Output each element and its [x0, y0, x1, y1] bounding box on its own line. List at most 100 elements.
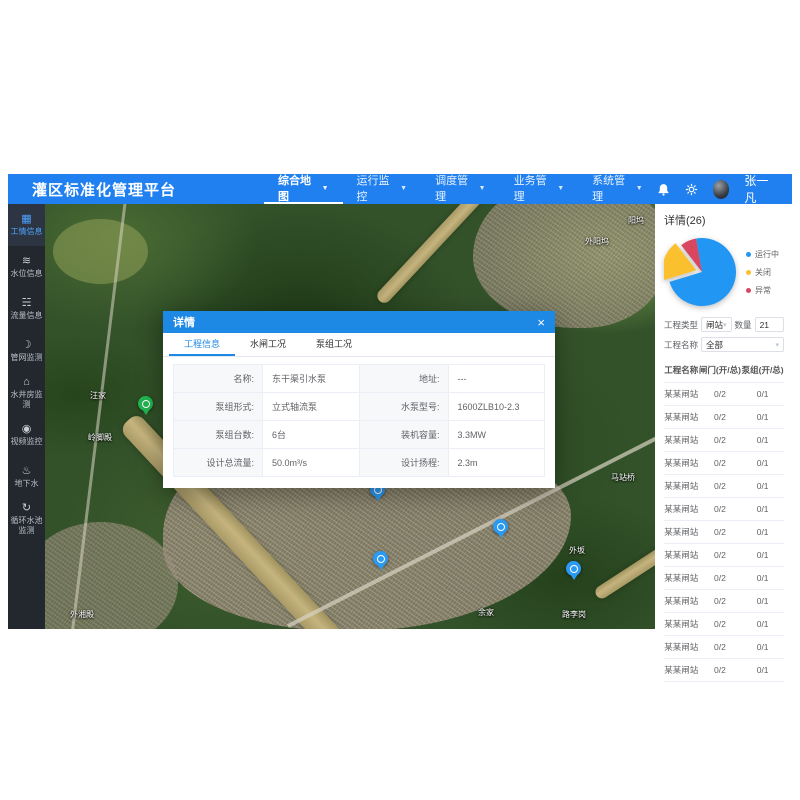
table-row[interactable]: 某某闸站0/20/1 — [664, 521, 784, 544]
table-header-cell: 闸门(开/总) — [699, 358, 742, 383]
filter-row-type: 工程类型 闸站▾ 数量 21 — [664, 317, 784, 332]
field-value: 50.0m³/s — [263, 449, 360, 477]
map-place-label: 外阳坞 — [585, 236, 609, 247]
chevron-down-icon: ▼ — [636, 185, 643, 192]
sidebar-item-label: 工情信息 — [11, 227, 43, 236]
nav-item-系统管理[interactable]: 系统管理▼ — [578, 174, 657, 204]
sidebar-item-水井房监测[interactable]: ⌂水井房监测 — [8, 372, 45, 414]
main-area: ▦工情信息 ≋ 水位信息 ☵ 流量信息 ☽管网监测⌂水井房监测◉视频监控♨地下水↻循环水池… — [8, 204, 792, 629]
marker-ring-icon — [497, 523, 505, 531]
legend-item-运行中: 运行中 — [746, 249, 779, 260]
nav-item-调度管理[interactable]: 调度管理▼ — [421, 174, 500, 204]
flow-icon: ☵ — [22, 298, 32, 309]
table-row[interactable]: 某某闸站0/20/1 — [664, 636, 784, 659]
station-marker[interactable] — [493, 519, 508, 534]
sidebar-item-label: 流量信息 — [11, 311, 43, 320]
table-cell: 某某闸站 — [664, 521, 699, 544]
modal-title: 详情 — [173, 314, 195, 330]
nav-item-label: 业务管理 — [514, 172, 554, 204]
tab-泵组工况[interactable]: 泵组工况 — [301, 333, 367, 356]
station-marker[interactable] — [566, 561, 581, 576]
table-row[interactable]: 某某闸站0/20/1 — [664, 544, 784, 567]
type-select[interactable]: 闸站▾ — [701, 317, 732, 332]
tab-工程信息[interactable]: 工程信息 — [169, 333, 235, 356]
tab-水闸工况[interactable]: 水闸工况 — [235, 333, 301, 356]
table-cell: 某某闸站 — [664, 544, 699, 567]
legend-dot-icon — [746, 270, 751, 275]
satellite-map[interactable]: 阳坞外阳坞汪家岭脚殿上塘殿马站桥外坂余家路李岗外湘殿 详情 × 工程信息水闸工况… — [45, 204, 655, 629]
nav-item-业务管理[interactable]: 业务管理▼ — [500, 174, 579, 204]
table-cell: 0/1 — [741, 636, 784, 659]
marker-ring-icon — [142, 400, 150, 408]
page: 灌区标准化管理平台 综合地图▼运行监控▼调度管理▼业务管理▼系统管理▼ 张一 — [0, 0, 800, 800]
legend-dot-icon — [746, 252, 751, 257]
table-cell: 0/2 — [699, 590, 742, 613]
detail-row: 名称:东干渠引水泵地址:--- — [174, 365, 545, 393]
name-select[interactable]: 全部▾ — [701, 337, 784, 352]
detail-modal: 详情 × 工程信息水闸工况泵组工况 名称:东干渠引水泵地址:---泵组形式:立式… — [163, 311, 555, 488]
station-marker-green[interactable] — [138, 396, 153, 411]
map-place-label: 外湘殿 — [70, 609, 94, 620]
map-river-bottomright — [593, 516, 655, 600]
table-row[interactable]: 某某闸站0/20/1 — [664, 429, 784, 452]
modal-body: 名称:东干渠引水泵地址:---泵组形式:立式轴流泵水泵型号:1600ZLB10-… — [163, 357, 555, 488]
table-row[interactable]: 某某闸站0/20/1 — [664, 590, 784, 613]
nav-item-label: 运行监控 — [357, 172, 397, 204]
table-cell: 0/1 — [741, 613, 784, 636]
sidebar-item-地下水[interactable]: ♨地下水 — [8, 456, 45, 498]
map-urban-area-bottomleft — [45, 522, 178, 629]
topbar-tools: 张一凡 — [657, 172, 776, 206]
field-label: 水泵型号: — [359, 393, 448, 421]
detail-row: 设计总流量:50.0m³/s设计扬程:2.3m — [174, 449, 545, 477]
sidebar-item-流量信息[interactable]: ☵ 流量信息 — [8, 288, 45, 330]
water-level-icon: ≋ — [22, 256, 31, 267]
count-label: 数量 — [735, 319, 752, 331]
field-value: 2.3m — [448, 449, 545, 477]
sidebar-item-视频监控[interactable]: ◉视频监控 — [8, 414, 45, 456]
table-cell: 某某闸站 — [664, 498, 699, 521]
table-row[interactable]: 某某闸站0/20/1 — [664, 406, 784, 429]
field-value: 1600ZLB10-2.3 — [448, 393, 545, 421]
sidebar-item-label: 水位信息 — [11, 269, 43, 278]
table-row[interactable]: 某某闸站0/20/1 — [664, 452, 784, 475]
table-header-cell: 工程名称 — [664, 358, 699, 383]
station-marker[interactable] — [373, 551, 388, 566]
sidebar-item-label: 循环水池监测 — [9, 516, 44, 534]
user-name[interactable]: 张一凡 — [744, 172, 776, 206]
legend-dot-icon — [746, 288, 751, 293]
table-row[interactable]: 某某闸站0/20/1 — [664, 383, 784, 406]
table-cell: 0/2 — [699, 429, 742, 452]
user-avatar[interactable] — [713, 180, 730, 199]
table-cell: 0/2 — [699, 567, 742, 590]
gear-icon[interactable] — [685, 183, 698, 196]
sidebar-item-水位信息[interactable]: ≋ 水位信息 — [8, 246, 45, 288]
panel-title: 详情(26) — [664, 212, 784, 228]
count-input[interactable]: 21 — [755, 317, 784, 332]
table-row[interactable]: 某某闸站0/20/1 — [664, 475, 784, 498]
table-cell: 0/1 — [741, 521, 784, 544]
sidebar-item-管网监测[interactable]: ☽管网监测 — [8, 330, 45, 372]
table-cell: 0/2 — [699, 521, 742, 544]
sidebar-item-循环水池监测[interactable]: ↻循环水池监测 — [8, 498, 45, 540]
nav-item-综合地图[interactable]: 综合地图▼ — [264, 174, 343, 204]
bell-icon[interactable] — [657, 183, 670, 196]
pipe-network-icon: ☽ — [22, 340, 32, 351]
table-row[interactable]: 某某闸站0/20/1 — [664, 498, 784, 521]
table-row[interactable]: 某某闸站0/20/1 — [664, 659, 784, 682]
table-row[interactable]: 某某闸站0/20/1 — [664, 613, 784, 636]
close-icon[interactable]: × — [537, 316, 545, 329]
legend-item-异常: 异常 — [746, 285, 779, 296]
nav-item-运行监控[interactable]: 运行监控▼ — [343, 174, 422, 204]
stations-table: 工程名称闸门(开/总)泵组(开/总) 某某闸站0/20/1某某闸站0/20/1某… — [664, 358, 784, 682]
sidebar-item-工情信息[interactable]: ▦工情信息 — [8, 204, 45, 246]
table-cell: 0/2 — [699, 659, 742, 682]
chevron-down-icon: ▼ — [479, 185, 486, 192]
nav-item-label: 综合地图 — [278, 172, 318, 204]
detail-row: 泵组形式:立式轴流泵水泵型号:1600ZLB10-2.3 — [174, 393, 545, 421]
table-cell: 0/1 — [741, 590, 784, 613]
table-row[interactable]: 某某闸站0/20/1 — [664, 567, 784, 590]
right-panel: 详情(26) 运行中关闭异常 工程类型 闸站▾ 数量 21 工程名称 — [655, 204, 792, 629]
table-cell: 某某闸站 — [664, 429, 699, 452]
chevron-down-icon: ▼ — [400, 185, 407, 192]
table-cell: 某某闸站 — [664, 613, 699, 636]
